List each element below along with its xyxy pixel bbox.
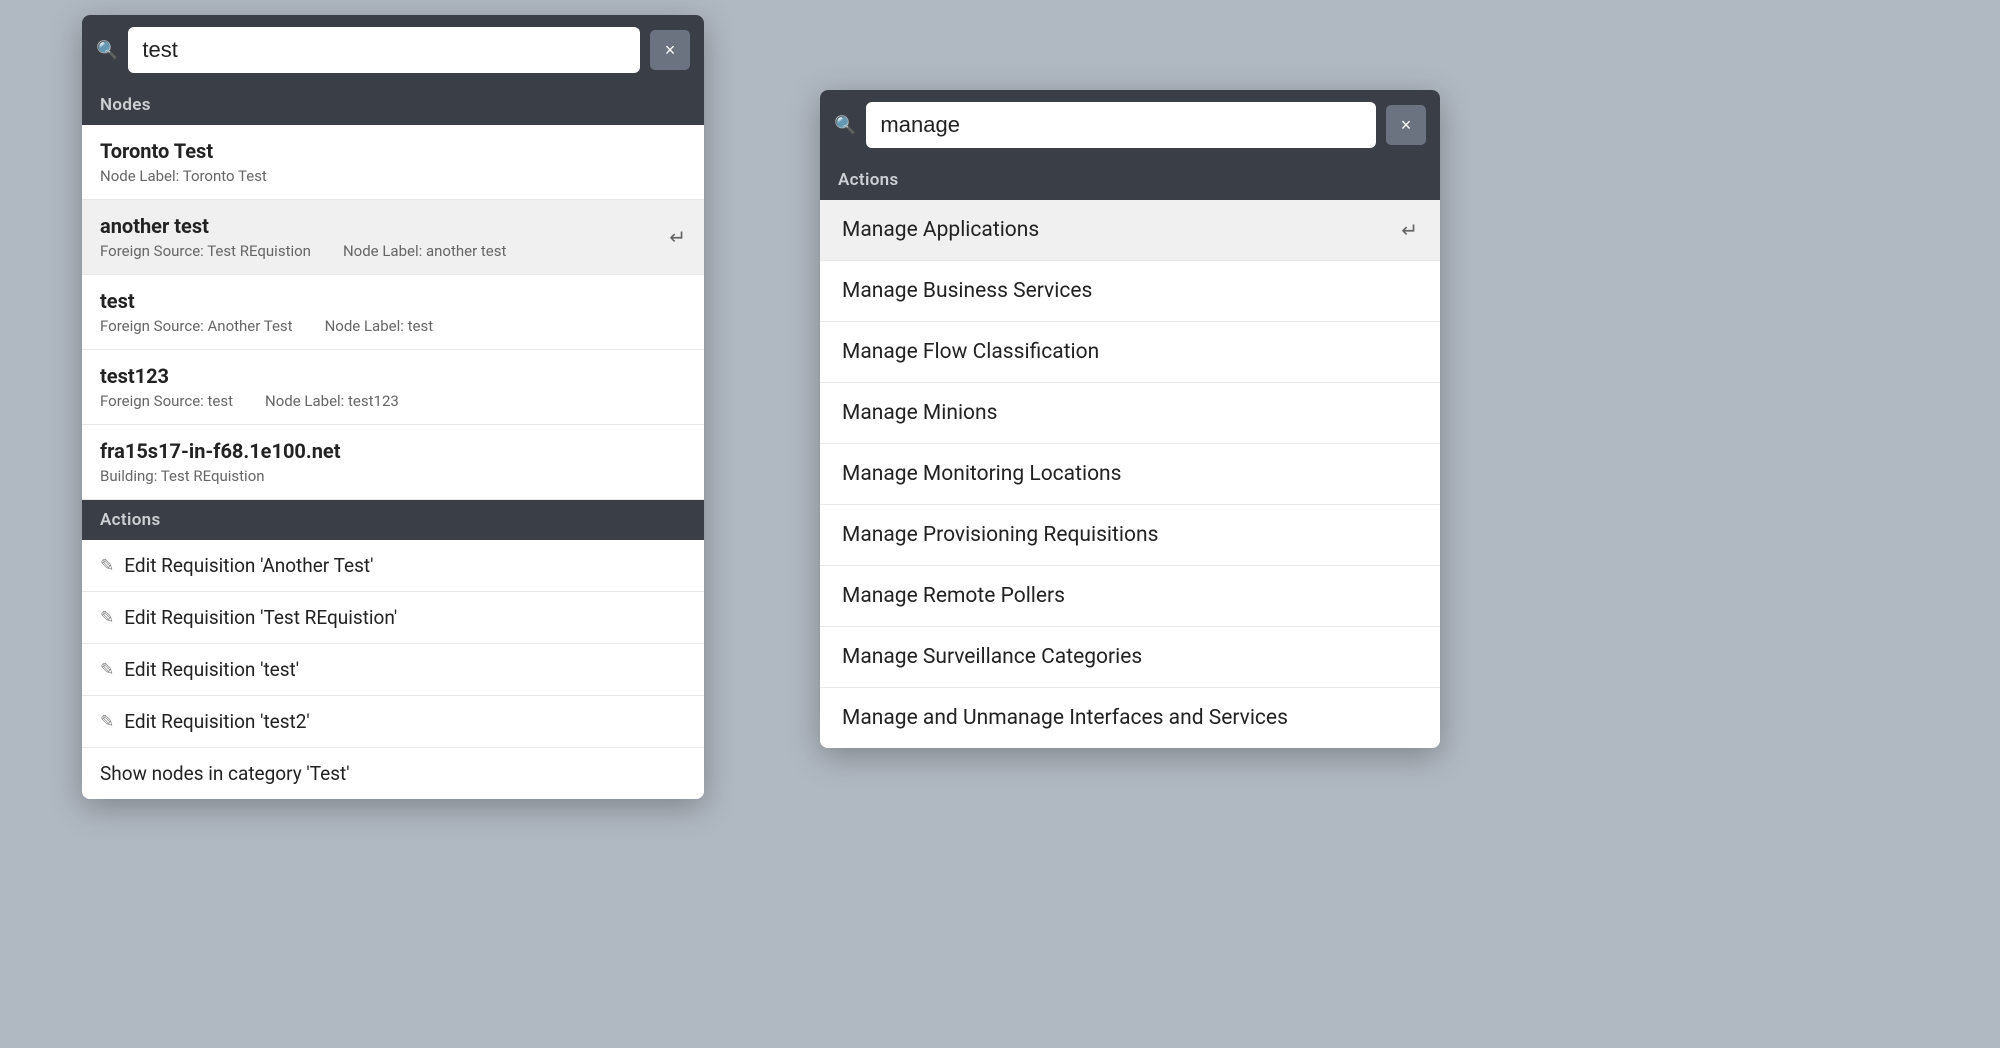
edit-icon: ✎ [100,660,114,680]
right-search-bar: 🔍 × [820,90,1440,160]
action-edit-another-test[interactable]: ✎ Edit Requisition 'Another Test' [82,540,704,592]
return-icon: ↵ [669,225,686,249]
action-edit-test2[interactable]: ✎ Edit Requisition 'test2' [82,696,704,748]
node-meta: Foreign Source: test Node Label: test123 [100,392,686,410]
left-search-input[interactable] [128,27,640,73]
node-meta: Foreign Source: Another Test Node Label:… [100,317,686,335]
left-dropdown: 🔍 × Nodes Toronto Test Node Label: Toron… [82,15,704,799]
left-search-icon: 🔍 [96,40,118,61]
node-item-test123[interactable]: test123 Foreign Source: test Node Label:… [82,350,704,425]
node-item-test[interactable]: test Foreign Source: Another Test Node L… [82,275,704,350]
node-item-another-test[interactable]: another test Foreign Source: Test REquis… [82,200,704,275]
manage-item-label: Manage Remote Pollers [842,584,1065,608]
manage-item-label: Manage Minions [842,401,997,425]
manage-item-provisioning-requisitions[interactable]: Manage Provisioning Requisitions [820,505,1440,566]
node-title: Toronto Test [100,139,686,163]
node-title: test [100,289,686,313]
right-clear-button[interactable]: × [1386,105,1426,145]
right-search-icon: 🔍 [834,115,856,136]
manage-item-label: Manage Surveillance Categories [842,645,1142,669]
manage-item-label: Manage Monitoring Locations [842,462,1121,486]
node-meta: Node Label: Toronto Test [100,167,686,185]
manage-item-unmanage-interfaces[interactable]: Manage and Unmanage Interfaces and Servi… [820,688,1440,748]
node-meta: Foreign Source: Test REquistion Node Lab… [100,242,686,260]
manage-item-label: Manage Applications [842,218,1039,242]
node-item-toronto-test[interactable]: Toronto Test Node Label: Toronto Test [82,125,704,200]
node-title: another test [100,214,686,238]
action-edit-test[interactable]: ✎ Edit Requisition 'test' [82,644,704,696]
edit-icon: ✎ [100,608,114,628]
manage-item-surveillance-categories[interactable]: Manage Surveillance Categories [820,627,1440,688]
manage-item-business-services[interactable]: Manage Business Services [820,261,1440,322]
action-edit-test-requistion[interactable]: ✎ Edit Requisition 'Test REquistion' [82,592,704,644]
edit-icon: ✎ [100,712,114,732]
manage-item-remote-pollers[interactable]: Manage Remote Pollers [820,566,1440,627]
node-title: fra15s17-in-f68.1e100.net [100,439,686,463]
manage-item-minions[interactable]: Manage Minions [820,383,1440,444]
node-meta: Building: Test REquistion [100,467,686,485]
manage-item-applications[interactable]: Manage Applications ↵ [820,200,1440,261]
return-icon: ↵ [1401,218,1418,242]
edit-icon: ✎ [100,556,114,576]
manage-item-flow-classification[interactable]: Manage Flow Classification [820,322,1440,383]
left-nodes-header: Nodes [82,85,704,125]
manage-item-monitoring-locations[interactable]: Manage Monitoring Locations [820,444,1440,505]
manage-item-label: Manage Provisioning Requisitions [842,523,1158,547]
manage-item-label: Manage Flow Classification [842,340,1099,364]
right-search-input[interactable] [866,102,1376,148]
manage-item-label: Manage and Unmanage Interfaces and Servi… [842,706,1288,730]
right-actions-header: Actions [820,160,1440,200]
left-actions-header: Actions [82,500,704,540]
left-search-bar: 🔍 × [82,15,704,85]
node-title: test123 [100,364,686,388]
manage-item-label: Manage Business Services [842,279,1092,303]
action-show-nodes-test[interactable]: Show nodes in category 'Test' [82,748,704,799]
node-item-fra15s17[interactable]: fra15s17-in-f68.1e100.net Building: Test… [82,425,704,500]
left-clear-button[interactable]: × [650,30,690,70]
right-dropdown: 🔍 × Actions Manage Applications ↵ Manage… [820,90,1440,748]
